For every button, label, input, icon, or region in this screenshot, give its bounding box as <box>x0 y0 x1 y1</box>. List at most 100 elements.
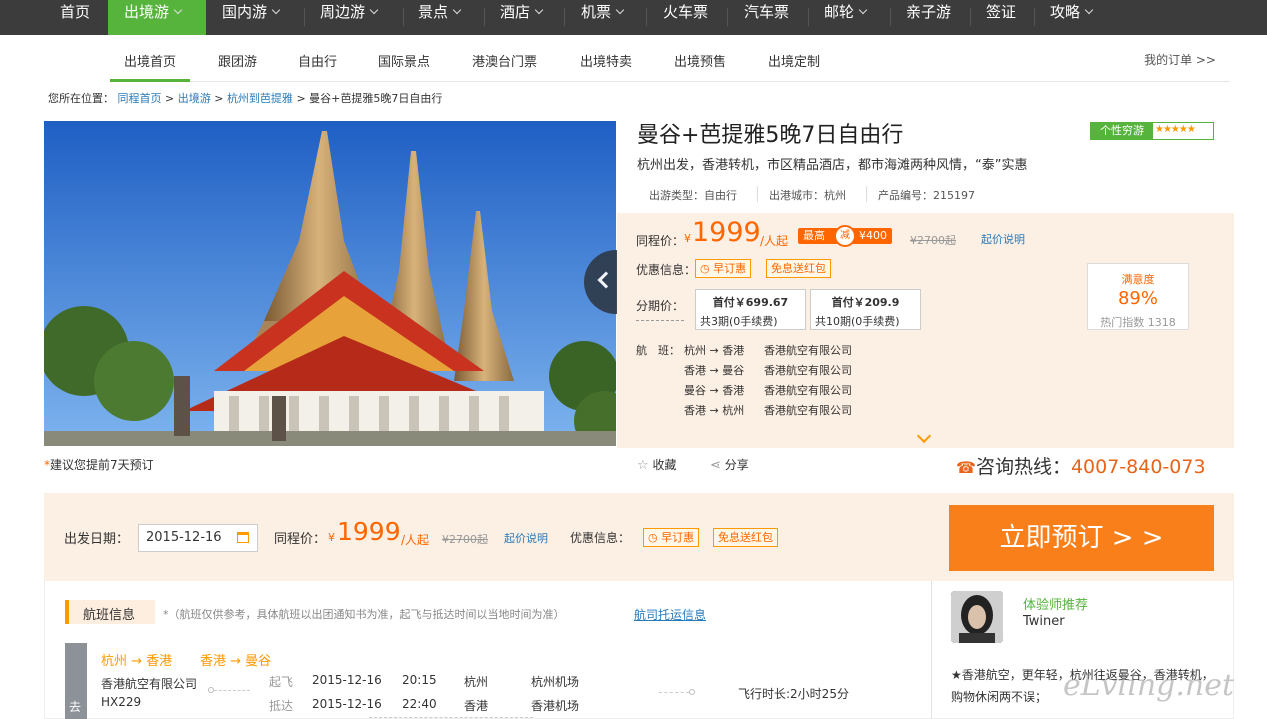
flight-route-3: 曼谷 → 香港 <box>684 384 745 397</box>
nav-home[interactable]: 首页 <box>48 0 104 35</box>
nav-guides[interactable]: 攻略 <box>1050 0 1094 35</box>
flight-route-2: 香港 → 曼谷 <box>684 364 745 377</box>
hotline: ☎咨询热线：4007-840-073 <box>956 456 1206 478</box>
share-button[interactable]: ⋖ 分享 <box>710 456 749 473</box>
breadcrumb-current: 曼谷+芭提雅5晚7日自由行 <box>309 92 443 105</box>
nav-divider <box>403 8 404 26</box>
nav-nearby[interactable]: 周边游 <box>320 0 379 35</box>
nav-divider <box>646 8 647 26</box>
nav-divider <box>890 8 891 26</box>
nav-divider <box>564 8 565 26</box>
nav-divider <box>970 8 971 26</box>
subnav-custom[interactable]: 出境定制 <box>768 51 820 70</box>
meta-product-id: 产品编号：215197 <box>878 189 975 202</box>
product-subtitle: 杭州出发，香港转机，市区精品酒店，都市海滩两种风情，“泰”实惠 <box>637 158 1028 173</box>
chevron-down-icon <box>534 5 544 15</box>
chevron-down-icon <box>858 5 868 15</box>
baggage-info-link[interactable]: 航司托运信息 <box>634 606 706 623</box>
departure-date-input[interactable]: 2015-12-16 <box>138 524 258 552</box>
flight-number: HX229 <box>101 695 142 709</box>
booking-bar: 出发日期： 2015-12-16 同程价： ¥ 1999 /人起 ¥2700起 … <box>44 493 1234 581</box>
nav-train[interactable]: 火车票 <box>663 0 708 35</box>
subnav-group-tour[interactable]: 跟团游 <box>218 51 257 70</box>
chevron-down-icon <box>615 5 625 15</box>
airline-name: 香港航空有限公司 <box>101 677 198 691</box>
nav-divider <box>484 8 485 26</box>
booking-promo-red-packet[interactable]: 免息送红包 <box>713 528 778 547</box>
price-explain-link[interactable]: 起价说明 <box>981 231 1025 247</box>
booking-advice: *建议您提前7天预订 <box>44 458 154 472</box>
active-tab-indicator <box>110 79 190 82</box>
nav-divider <box>1034 8 1035 26</box>
nav-domestic[interactable]: 国内游 <box>222 0 281 35</box>
price-panel: 同程价： ¥ 1999 /人起 最高 减 ¥400 ¥2700起 起价说明 优惠… <box>617 213 1234 448</box>
chevron-down-icon <box>452 5 462 15</box>
subnav-hk-tickets[interactable]: 港澳台门票 <box>472 51 537 70</box>
product-hero-image <box>44 121 616 446</box>
chevron-down-icon <box>173 5 183 15</box>
nav-family[interactable]: 亲子游 <box>906 0 951 35</box>
recommend-name: Twiner <box>1023 614 1065 629</box>
installment-3[interactable]: 首付￥699.67 共3期(0手续费) <box>695 289 806 330</box>
breadcrumb-link-outbound[interactable]: 出境游 <box>178 92 211 105</box>
installment-10[interactable]: 首付￥209.9 共10期(0手续费) <box>810 289 921 330</box>
leg-route-2: 香港 → 曼谷 <box>200 654 272 669</box>
star-rating-icon: ★★★★★ <box>1155 124 1196 135</box>
original-price: ¥2700起 <box>910 234 956 247</box>
subnav-presale[interactable]: 出境预售 <box>674 51 726 70</box>
flight-route-1: 杭州 → 香港 <box>684 344 745 357</box>
flight-duration: 飞行时长:2小时25分 <box>738 687 849 701</box>
subnav-outbound-home[interactable]: 出境首页 <box>124 51 176 70</box>
avatar-photo <box>951 591 1003 643</box>
temple-photo <box>44 121 616 446</box>
flight-route-4: 香港 → 杭州 <box>684 404 745 417</box>
chevron-left-icon <box>597 271 615 289</box>
meta-departure-city: 出港城市：杭州 <box>769 189 846 202</box>
booking-promo-early-bird[interactable]: ◷ 早订惠 <box>643 528 700 547</box>
leg-route-1: 杭州 → 香港 <box>101 654 173 669</box>
satisfaction-value: 89% <box>1117 288 1158 309</box>
breadcrumb-link-route[interactable]: 杭州到芭提雅 <box>227 92 293 105</box>
sub-nav: 出境首页 跟团游 自由行 国际景点 港澳台门票 出境特卖 出境预售 出境定制 我… <box>110 35 1230 82</box>
recommend-title: 体验师推荐 <box>1023 598 1089 613</box>
chevron-down-icon <box>369 5 379 15</box>
nav-attractions[interactable]: 景点 <box>418 0 462 35</box>
star-icon: ☆ <box>637 458 649 473</box>
favorite-button[interactable]: ☆ 收藏 <box>637 456 677 473</box>
product-title: 曼谷+芭提雅5晚7日自由行 <box>637 123 904 148</box>
top-nav: 首页 出境游 国内游 周边游 景点 酒店 机票 火车票 汽车票 邮轮 亲子游 签… <box>0 0 1267 35</box>
expand-chevron-icon[interactable] <box>916 428 932 444</box>
promo-early-bird[interactable]: ◷ 早订惠 <box>695 259 752 278</box>
nav-cruise[interactable]: 邮轮 <box>824 0 868 35</box>
detail-section: 航班信息 *（航班仅供参考，具体航班以出团通知书为准，起飞与抵达时间以当地时间为… <box>44 581 1234 719</box>
chevron-down-icon <box>1084 5 1094 15</box>
nav-bus[interactable]: 汽车票 <box>744 0 789 35</box>
nav-divider <box>727 8 728 26</box>
product-tag: 个性穷游 ★★★★★ <box>1090 122 1214 140</box>
promo-red-packet[interactable]: 免息送红包 <box>766 259 831 278</box>
booking-price-explain-link[interactable]: 起价说明 <box>504 530 548 546</box>
watermark: eLvling.net <box>1063 668 1235 703</box>
my-orders-link[interactable]: 我的订单 >> <box>1144 51 1216 68</box>
direction-label: 去 <box>65 643 87 719</box>
chevron-down-icon <box>271 5 281 15</box>
subnav-independent[interactable]: 自由行 <box>298 51 337 70</box>
calendar-icon <box>237 532 249 543</box>
nav-visa[interactable]: 签证 <box>986 0 1016 35</box>
flight-info-tab[interactable]: 航班信息 <box>65 600 155 624</box>
nav-hotel[interactable]: 酒店 <box>500 0 544 35</box>
flight-note: *（航班仅供参考，具体航班以出团通知书为准，起飞与抵达时间以当地时间为准） <box>163 608 565 621</box>
breadcrumb-link-home[interactable]: 同程首页 <box>118 92 162 105</box>
avatar[interactable] <box>951 591 1003 643</box>
booking-price-value: 1999 <box>337 517 401 546</box>
nav-outbound[interactable]: 出境游 <box>108 0 206 35</box>
book-now-button[interactable]: 立即预订 > > <box>949 505 1214 571</box>
meta-travel-type: 出游类型：自由行 <box>649 189 737 202</box>
satisfaction-box: 满意度 89% 热门指数 1318 <box>1087 263 1189 330</box>
subnav-intl-attractions[interactable]: 国际景点 <box>378 51 430 70</box>
max-discount-badge: 最高 减 ¥400 <box>798 225 892 247</box>
breadcrumb: 您所在位置： 同程首页 > 出境游 > 杭州到芭提雅 > 曼谷+芭提雅5晚7日自… <box>48 92 443 105</box>
nav-divider <box>808 8 809 26</box>
subnav-special[interactable]: 出境特卖 <box>580 51 632 70</box>
nav-flights[interactable]: 机票 <box>581 0 625 35</box>
